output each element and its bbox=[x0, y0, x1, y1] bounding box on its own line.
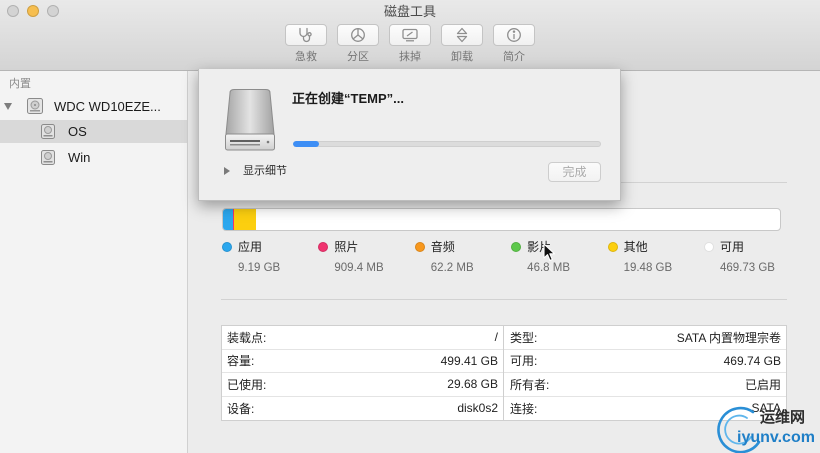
progress-bar bbox=[293, 141, 601, 147]
legend-label: 照片 bbox=[334, 240, 359, 254]
legend-item-photos: 照片 909.4 MB bbox=[318, 240, 414, 280]
volume-icon bbox=[41, 124, 55, 139]
legend-dot-audio bbox=[414, 242, 425, 252]
info-row-device: 设备: disk0s2 bbox=[222, 397, 503, 421]
watermark-site-name: 运维网 bbox=[760, 409, 806, 426]
done-button[interactable]: 完成 bbox=[548, 162, 601, 182]
info-label: 容量: bbox=[227, 354, 255, 369]
erase-button[interactable] bbox=[389, 24, 431, 46]
info-value: 469.74 GB bbox=[723, 353, 781, 368]
external-drive-icon bbox=[223, 88, 277, 152]
hard-disk-icon bbox=[27, 98, 43, 114]
legend-dot-other bbox=[607, 242, 618, 252]
sidebar-volume-name: OS bbox=[68, 124, 87, 139]
info-label: 装载点: bbox=[227, 330, 267, 345]
info-label: 简介 bbox=[503, 51, 525, 63]
section-divider bbox=[221, 299, 787, 300]
info-row-mount-point: 装载点: / bbox=[222, 326, 503, 350]
info-value: 29.68 GB bbox=[447, 377, 498, 392]
disclosure-triangle-icon[interactable] bbox=[4, 103, 12, 110]
sheet-title: 正在创建“TEMP”... bbox=[292, 91, 404, 106]
erase-label: 抹掉 bbox=[399, 51, 421, 63]
sidebar-volume-win[interactable]: Win bbox=[0, 146, 187, 169]
legend-item-available: 可用 469.73 GB bbox=[703, 240, 800, 280]
unmount-label: 卸载 bbox=[451, 51, 473, 63]
mouse-pointer-icon bbox=[543, 243, 556, 262]
window-toolbar: 磁盘工具 急救 分区 抹掉 卸载 简介 bbox=[0, 0, 820, 71]
legend-value: 9.19 GB bbox=[238, 262, 281, 274]
legend-label: 其他 bbox=[623, 240, 648, 254]
legend-dot-photos bbox=[318, 242, 329, 252]
legend-item-other: 其他 19.48 GB bbox=[607, 240, 704, 280]
info-row-available: 可用: 469.74 GB bbox=[504, 350, 786, 373]
info-column-left: 装载点: / 容量: 499.41 GB 已使用: 29.68 GB 设备: d… bbox=[222, 326, 504, 420]
show-details-label: 显示细节 bbox=[243, 165, 287, 177]
unmount-button[interactable] bbox=[441, 24, 483, 46]
info-value: / bbox=[494, 330, 498, 345]
info-row-owners: 所有者: 已启用 bbox=[504, 373, 786, 397]
info-value: 499.41 GB bbox=[440, 353, 498, 368]
storage-segment-other bbox=[234, 209, 257, 230]
sidebar-section-header: 内置 bbox=[9, 78, 31, 90]
legend-value: 62.2 MB bbox=[430, 262, 474, 274]
info-button[interactable] bbox=[493, 24, 535, 46]
storage-usage-bar bbox=[222, 208, 781, 231]
sidebar: 内置 WDC WD10EZE... OS Win bbox=[0, 71, 188, 453]
info-value: 已启用 bbox=[744, 377, 781, 392]
info-row-used: 已使用: 29.68 GB bbox=[222, 373, 503, 397]
legend-dot-apps bbox=[222, 242, 232, 252]
window-title: 磁盘工具 bbox=[383, 4, 436, 19]
sidebar-disk-name: WDC WD10EZE... bbox=[54, 99, 161, 114]
legend-item-audio: 音频 62.2 MB bbox=[414, 240, 511, 280]
partition-pie-icon bbox=[351, 28, 365, 42]
legend-dot-available bbox=[703, 242, 714, 252]
sidebar-volume-os[interactable]: OS bbox=[0, 120, 187, 143]
show-details-toggle[interactable]: 显示细节 bbox=[224, 164, 294, 178]
watermark: 运维网 iyunv.com bbox=[705, 400, 818, 453]
partition-label: 分区 bbox=[347, 51, 369, 63]
info-row-type: 类型: SATA 内置物理宗卷 bbox=[504, 326, 786, 350]
stethoscope-icon bbox=[299, 27, 312, 43]
legend-value: 909.4 MB bbox=[334, 262, 384, 274]
storage-legend: 应用 9.19 GB 照片 909.4 MB 音频 62.2 MB 影片 46.… bbox=[222, 240, 802, 280]
info-label: 类型: bbox=[510, 330, 538, 345]
legend-value: 469.73 GB bbox=[719, 262, 775, 274]
legend-label: 可用 bbox=[719, 240, 744, 254]
info-label: 连接: bbox=[510, 401, 538, 416]
legend-value: 46.8 MB bbox=[527, 262, 570, 274]
first-aid-button[interactable] bbox=[285, 24, 327, 46]
sidebar-volume-name: Win bbox=[68, 150, 91, 165]
erase-icon bbox=[402, 28, 418, 42]
partition-button[interactable] bbox=[337, 24, 379, 46]
progress-sheet: 正在创建“TEMP”... 显示细节 完成 bbox=[198, 69, 621, 201]
info-row-capacity: 容量: 499.41 GB bbox=[222, 350, 503, 373]
volume-info-table: 装载点: / 容量: 499.41 GB 已使用: 29.68 GB 设备: d… bbox=[221, 325, 787, 421]
info-value: SATA 内置物理宗卷 bbox=[676, 330, 781, 345]
legend-dot-movies bbox=[511, 242, 522, 252]
legend-item-apps: 应用 9.19 GB bbox=[222, 240, 318, 280]
info-icon bbox=[507, 28, 521, 42]
info-label: 所有者: bbox=[510, 377, 550, 392]
legend-value: 19.48 GB bbox=[623, 262, 673, 274]
sidebar-item-disk[interactable]: WDC WD10EZE... bbox=[0, 95, 187, 118]
legend-label: 音频 bbox=[430, 240, 455, 254]
info-value: disk0s2 bbox=[457, 401, 498, 416]
progress-fill bbox=[293, 141, 320, 147]
info-label: 设备: bbox=[227, 401, 255, 416]
volume-icon bbox=[41, 150, 55, 165]
info-label: 可用: bbox=[510, 354, 538, 369]
legend-item-movies: 影片 46.8 MB bbox=[511, 240, 607, 280]
watermark-url: iyunv.com bbox=[737, 429, 815, 446]
storage-segment-apps bbox=[223, 209, 234, 230]
disclosure-triangle-icon[interactable] bbox=[224, 167, 230, 175]
unmount-icon bbox=[456, 27, 468, 43]
first-aid-label: 急救 bbox=[295, 51, 317, 63]
info-label: 已使用: bbox=[227, 377, 267, 392]
legend-label: 应用 bbox=[238, 240, 263, 254]
